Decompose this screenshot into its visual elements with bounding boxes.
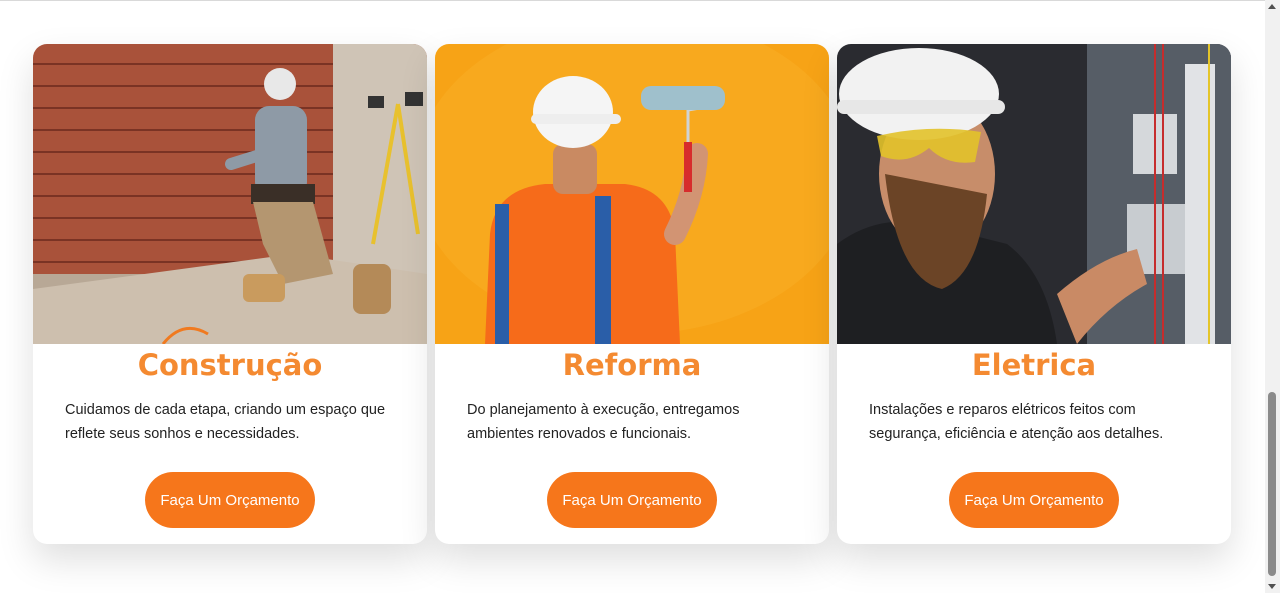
quote-button-reforma[interactable]: Faça Um Orçamento bbox=[547, 472, 717, 528]
scroll-down-arrow-icon[interactable] bbox=[1268, 584, 1276, 589]
card-description: Instalações e reparos elétricos feitos c… bbox=[869, 402, 1164, 442]
service-card-eletrica: Eletrica Instalações e reparos elétricos… bbox=[837, 44, 1231, 544]
service-card-reforma: Reforma Do planejamento à execução, entr… bbox=[435, 44, 829, 544]
top-divider bbox=[0, 0, 1280, 1]
quote-button-construcao[interactable]: Faça Um Orçamento bbox=[145, 472, 315, 528]
card-title: Reforma bbox=[562, 348, 702, 382]
services-cards: Construção Cuidamos de cada etapa, crian… bbox=[33, 44, 1231, 544]
card-title: Construção bbox=[137, 348, 323, 382]
electrician-at-panel-photo bbox=[837, 44, 1231, 344]
painter-with-roller-photo bbox=[435, 44, 829, 344]
vertical-scrollbar[interactable] bbox=[1265, 0, 1280, 593]
card-description: Cuidamos de cada etapa, criando um espaç… bbox=[65, 402, 386, 442]
construction-worker-photo bbox=[33, 44, 427, 344]
scroll-up-arrow-icon[interactable] bbox=[1268, 4, 1276, 9]
card-title: Eletrica bbox=[971, 348, 1097, 382]
scrollbar-thumb[interactable] bbox=[1268, 392, 1276, 576]
card-description: Do planejamento à execução, entregamos a… bbox=[467, 402, 740, 442]
service-card-construcao: Construção Cuidamos de cada etapa, crian… bbox=[33, 44, 427, 544]
quote-button-eletrica[interactable]: Faça Um Orçamento bbox=[949, 472, 1119, 528]
